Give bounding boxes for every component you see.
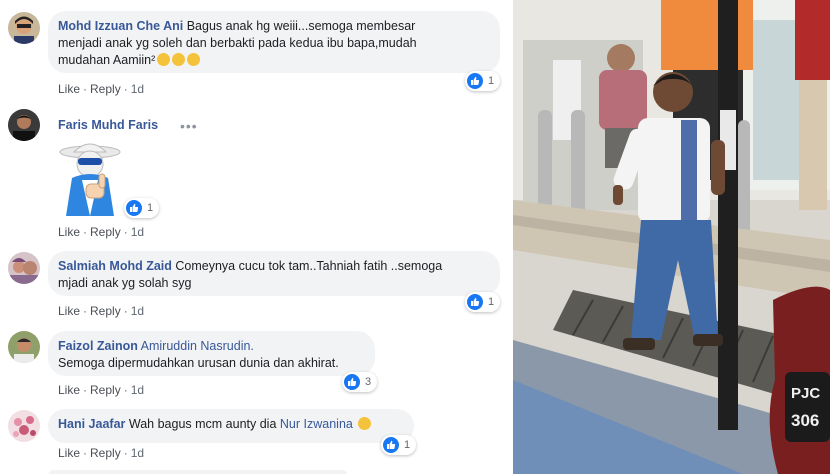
comments-panel: Mohd Izzuan Che Ani Bagus anak hg weiii.… — [0, 0, 513, 474]
ellipsis-icon[interactable]: ••• — [180, 118, 198, 134]
reaction-number: 1 — [147, 202, 154, 214]
like-icon — [344, 374, 360, 390]
commenter-name[interactable]: Faizol Zainon — [58, 339, 138, 353]
timestamp[interactable]: 1d — [131, 383, 144, 397]
comment-bubble: Mohd Izzuan Che Ani Bagus anak hg weiii.… — [48, 11, 500, 73]
reply-link[interactable]: Reply — [90, 304, 121, 318]
license-plate-text: PJC — [791, 385, 820, 402]
reaction-number: 3 — [365, 376, 372, 388]
timestamp[interactable]: 1d — [131, 225, 144, 239]
hands-emoji-icon — [157, 53, 171, 66]
comment-text: Bagus anak hg weiii...semoga membesar — [186, 19, 416, 33]
reaction-number: 1 — [404, 439, 411, 451]
comment-actions: Like · Reply · 1d — [58, 304, 145, 318]
next-comment-edge — [48, 470, 348, 474]
sticker-image — [52, 138, 124, 218]
avatar[interactable] — [8, 410, 40, 442]
like-icon — [467, 73, 483, 89]
reaction-count[interactable]: 3 — [342, 372, 378, 392]
commenter-name[interactable]: Mohd Izzuan Che Ani — [58, 19, 183, 33]
comment-actions: Like · Reply · 1d — [58, 82, 145, 96]
reaction-number: 1 — [488, 75, 495, 87]
timestamp[interactable]: 1d — [131, 82, 144, 96]
commenter-name[interactable]: Hani Jaafar — [58, 417, 125, 431]
comment-actions: Like · Reply · 1d — [58, 446, 145, 460]
comment-bubble: Salmiah Mohd Zaid Comeynya cucu tok tam.… — [48, 251, 500, 296]
like-link[interactable]: Like — [58, 82, 80, 96]
reply-link[interactable]: Reply — [90, 383, 121, 397]
commenter-name[interactable]: Faris Muhd Faris — [58, 118, 158, 132]
like-link[interactable]: Like — [58, 446, 80, 460]
photo[interactable]: PJC 306 — [513, 0, 830, 474]
reaction-count[interactable]: 1 — [381, 435, 417, 455]
avatar[interactable] — [8, 109, 40, 141]
timestamp[interactable]: 1d — [131, 304, 144, 318]
reaction-count[interactable]: 1 — [465, 71, 501, 91]
like-icon — [467, 294, 483, 310]
comment-text: Comeynya cucu tok tam..Tahniah fatih ..s… — [175, 259, 443, 273]
comment-text: mudahan Aamiin² — [58, 53, 156, 67]
license-plate-text: 306 — [791, 411, 819, 430]
comment-actions: Like · Reply · 1d — [58, 225, 145, 239]
comment-actions: Like · Reply · 1d — [58, 383, 145, 397]
like-link[interactable]: Like — [58, 304, 80, 318]
comment-text: Semoga dipermudahkan urusan dunia dan ak… — [58, 356, 339, 370]
comment-text: Wah bagus mcm aunty dia — [128, 417, 277, 431]
avatar[interactable] — [8, 331, 40, 363]
commenter-name[interactable]: Salmiah Mohd Zaid — [58, 259, 172, 273]
reply-link[interactable]: Reply — [90, 82, 121, 96]
reaction-number: 1 — [488, 296, 495, 308]
like-icon — [383, 437, 399, 453]
like-link[interactable]: Like — [58, 383, 80, 397]
tagged-user[interactable]: Amiruddin Nasrudin. — [141, 339, 254, 353]
comment-bubble: Hani Jaafar Wah bagus mcm aunty dia Nur … — [48, 409, 414, 443]
avatar[interactable] — [8, 252, 40, 284]
comment-text: menjadi anak yg soleh dan berbakti pada … — [58, 36, 417, 50]
like-icon — [126, 200, 142, 216]
tagged-user[interactable]: Nur Izwanina — [280, 417, 353, 431]
reply-link[interactable]: Reply — [90, 225, 121, 239]
timestamp[interactable]: 1d — [131, 446, 144, 460]
like-link[interactable]: Like — [58, 225, 80, 239]
hands-emoji-icon — [187, 53, 201, 66]
avatar[interactable] — [8, 12, 40, 44]
squinting-tongue-emoji-icon — [358, 417, 372, 430]
reaction-count[interactable]: 1 — [465, 292, 501, 312]
reaction-count[interactable]: 1 — [124, 198, 160, 218]
reply-link[interactable]: Reply — [90, 446, 121, 460]
comment-text: mjadi anak yg solah syg — [58, 276, 192, 290]
comment-bubble: Faizol Zainon Amiruddin Nasrudin. Semoga… — [48, 331, 375, 376]
hands-emoji-icon — [172, 53, 186, 66]
